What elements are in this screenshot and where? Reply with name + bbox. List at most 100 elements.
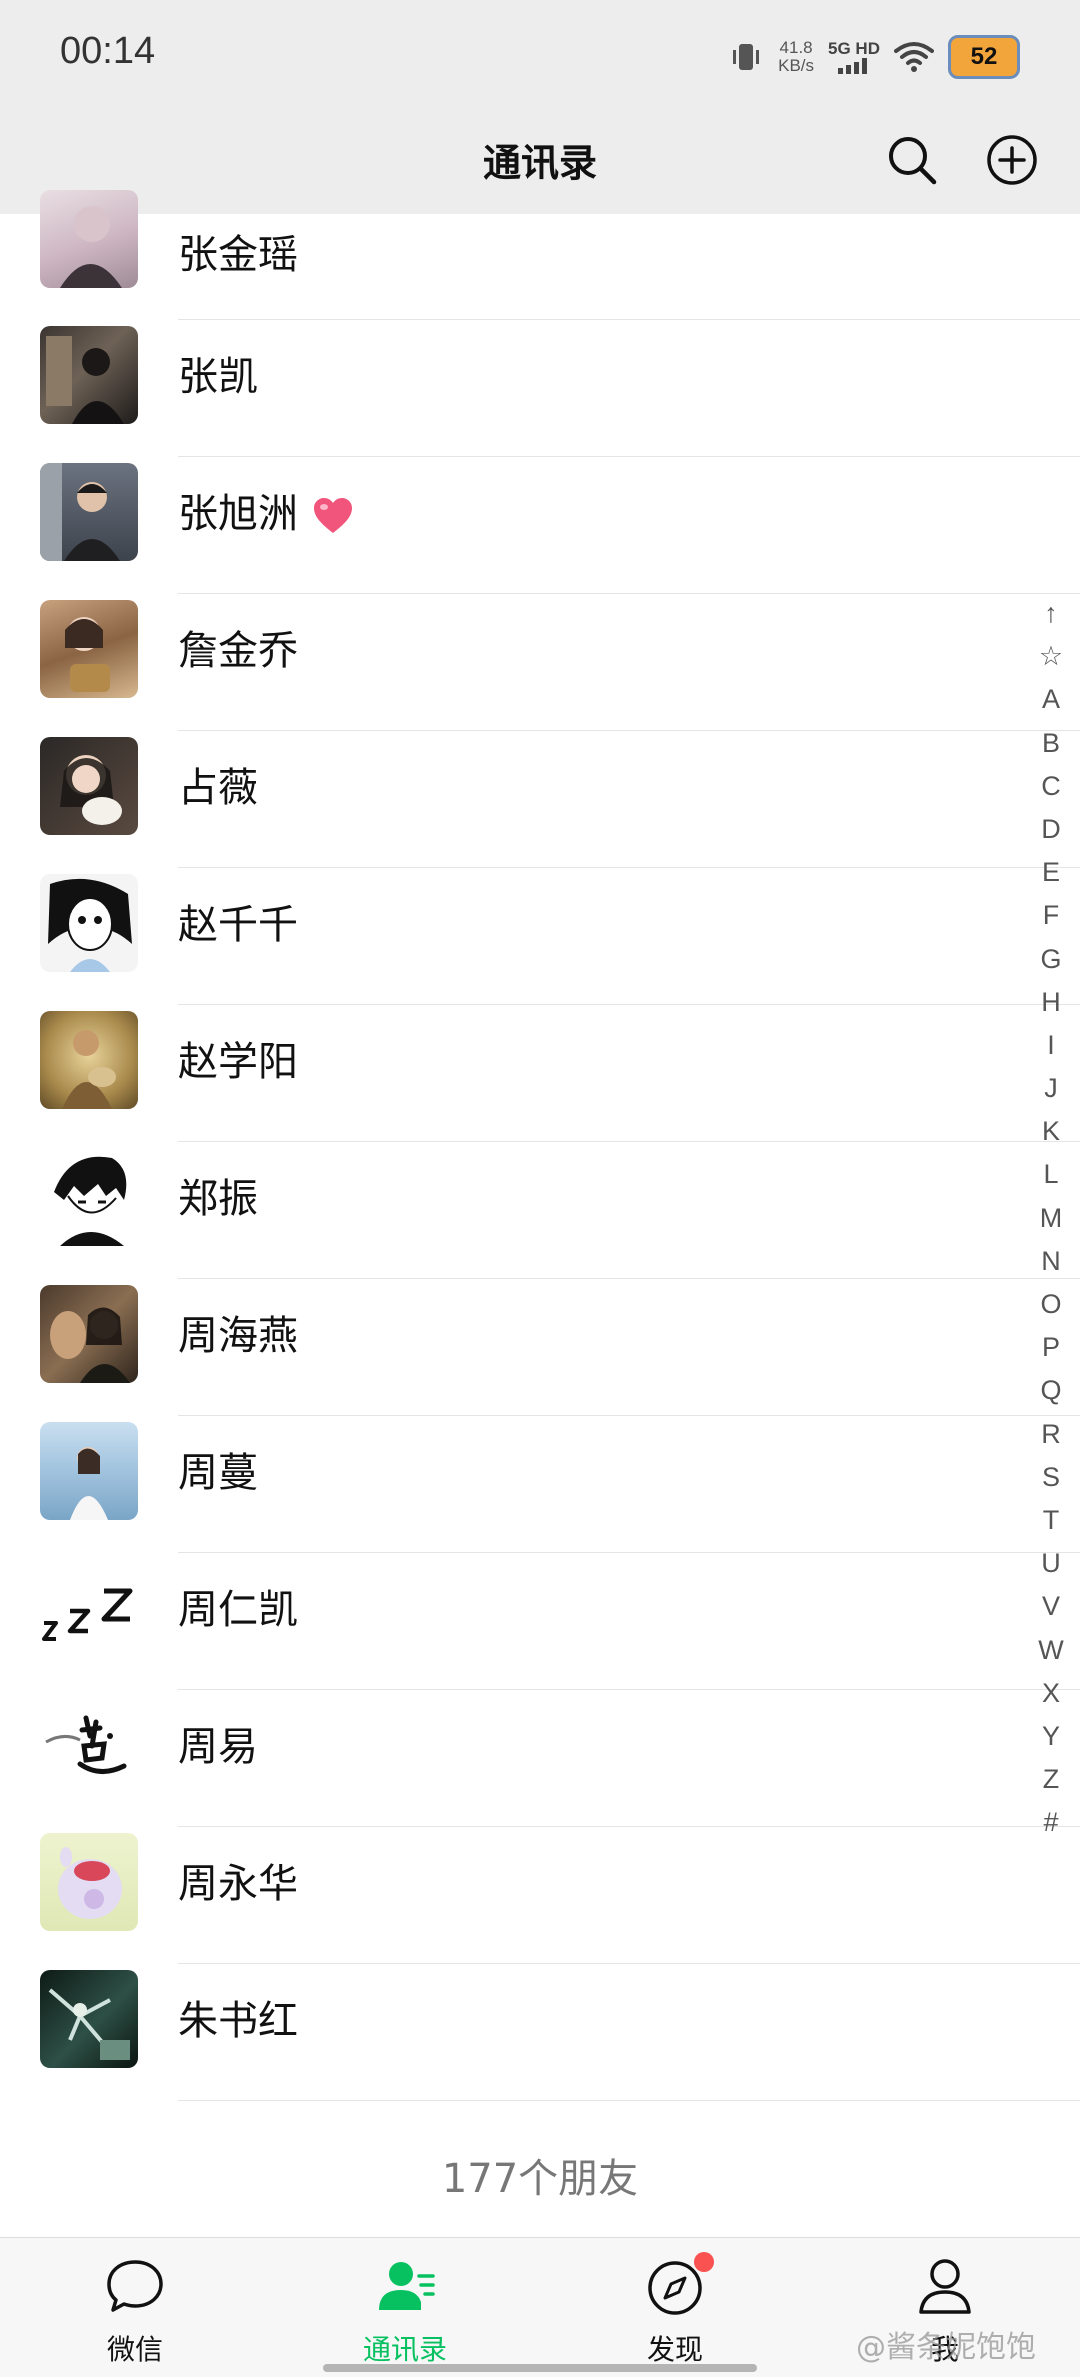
index-letter[interactable]: P [1018, 1326, 1080, 1369]
header: 通讯录 [0, 110, 1080, 214]
contact-name: 周仁凯 [178, 1587, 298, 1633]
tab-discover[interactable]: 发现 [540, 2238, 810, 2377]
plus-circle-icon[interactable] [982, 130, 1042, 190]
avatar [40, 1285, 138, 1383]
contact-name: 赵千千 [178, 902, 298, 948]
avatar [40, 874, 138, 972]
tab-contacts[interactable]: 通讯录 [270, 2238, 540, 2377]
signal-group: 5G HD [828, 40, 880, 74]
heart-icon [314, 498, 352, 533]
avatar [40, 1696, 138, 1794]
index-letter[interactable]: R [1018, 1413, 1080, 1456]
contact-row[interactable]: 周易 [0, 1690, 1080, 1827]
tab-chats[interactable]: 微信 [0, 2238, 270, 2377]
contact-list: 张金瑶 张凯 张旭洲 詹金乔 占薇 赵千千 赵学阳 郑振 周海燕 周蔓 周仁凯 … [0, 190, 1080, 2101]
avatar [40, 1970, 138, 2068]
chat-bubble-icon [107, 2260, 163, 2312]
status-bar: 00:14 41.8 KB/s 5G HD 52 [0, 0, 1080, 110]
index-letter[interactable]: D [1018, 808, 1080, 851]
contact-name: 周易 [178, 1724, 258, 1770]
index-letter[interactable]: K [1018, 1110, 1080, 1153]
index-letter[interactable]: I [1018, 1024, 1080, 1067]
index-letter[interactable]: N [1018, 1240, 1080, 1283]
contact-name: 朱书红 [178, 1998, 298, 2044]
tab-label: 微信 [106, 2333, 163, 2366]
avatar [40, 1559, 138, 1657]
contact-row[interactable]: 赵学阳 [0, 1005, 1080, 1142]
wifi-icon [894, 42, 934, 72]
divider [178, 2100, 1080, 2101]
home-indicator[interactable] [323, 2364, 757, 2372]
net-speed-value: 41.8 [779, 38, 813, 57]
contact-name: 詹金乔 [178, 628, 298, 674]
tab-label: 发现 [646, 2333, 703, 2366]
signal-icon [838, 58, 868, 74]
index-letter[interactable]: Z [1018, 1758, 1080, 1801]
avatar [40, 1833, 138, 1931]
index-letter[interactable]: Y [1018, 1715, 1080, 1758]
contact-row[interactable]: 周海燕 [0, 1279, 1080, 1416]
contact-row[interactable]: 朱书红 [0, 1964, 1080, 2101]
index-letter[interactable]: # [1018, 1801, 1080, 1844]
avatar [40, 737, 138, 835]
contact-name: 赵学阳 [178, 1039, 298, 1085]
search-icon[interactable] [882, 130, 942, 190]
index-letter[interactable]: O [1018, 1283, 1080, 1326]
contact-row[interactable]: 郑振 [0, 1142, 1080, 1279]
contact-name: 张金瑶 [178, 232, 298, 278]
avatar [40, 1011, 138, 1109]
battery-indicator: 52 [948, 35, 1020, 79]
contacts-icon [379, 2262, 435, 2310]
contact-row[interactable]: 张凯 [0, 320, 1080, 457]
contact-row[interactable]: 赵千千 [0, 868, 1080, 1005]
index-letter[interactable]: J [1018, 1067, 1080, 1110]
contact-name: 郑振 [178, 1176, 258, 1222]
index-letter[interactable]: C [1018, 765, 1080, 808]
index-letter[interactable]: G [1018, 938, 1080, 981]
contact-row[interactable]: 周永华 [0, 1827, 1080, 1964]
net-speed: 41.8 KB/s [778, 39, 814, 75]
friend-count: 177个朋友 [441, 2156, 639, 2202]
index-letter[interactable]: S [1018, 1456, 1080, 1499]
contact-name: 张凯 [178, 354, 258, 400]
index-letter[interactable]: H [1018, 981, 1080, 1024]
index-letter[interactable]: L [1018, 1153, 1080, 1196]
index-letter[interactable]: W [1018, 1629, 1080, 1672]
watermark: @酱条妮饱饱 [856, 2330, 1036, 2365]
contact-row[interactable]: 张金瑶 [0, 190, 1080, 320]
contact-row[interactable]: 周仁凯 [0, 1553, 1080, 1690]
avatar [40, 1148, 138, 1246]
index-letter[interactable]: Q [1018, 1369, 1080, 1412]
index-letter[interactable]: B [1018, 722, 1080, 765]
avatar [40, 463, 138, 561]
index-letter[interactable]: ☆ [1018, 635, 1080, 678]
index-letter[interactable]: E [1018, 851, 1080, 894]
avatar [40, 1422, 138, 1520]
contact-row[interactable]: 詹金乔 [0, 594, 1080, 731]
tab-label: 通讯录 [362, 2333, 447, 2366]
index-letter[interactable]: U [1018, 1542, 1080, 1585]
contact-name-text: 张旭洲 [178, 491, 298, 537]
index-letter[interactable]: V [1018, 1585, 1080, 1628]
person-icon [919, 2259, 971, 2314]
contact-row[interactable]: 占薇 [0, 731, 1080, 868]
network-type: 5G HD [828, 39, 880, 58]
net-speed-unit: KB/s [778, 56, 815, 75]
index-letter[interactable]: M [1018, 1197, 1080, 1240]
index-letter[interactable]: A [1018, 678, 1080, 721]
notification-dot [694, 2252, 714, 2272]
avatar [40, 600, 138, 698]
contact-name: 占薇 [178, 765, 258, 811]
status-time: 00:14 [60, 30, 156, 72]
contact-row[interactable]: 张旭洲 [0, 457, 1080, 594]
contact-row[interactable]: 周蔓 [0, 1416, 1080, 1553]
contact-name: 周蔓 [178, 1450, 258, 1496]
contact-name: 周永华 [178, 1861, 298, 1907]
contact-name: 张旭洲 [178, 481, 354, 539]
alphabet-index[interactable]: ↑ ☆ A B C D E F G H I J K L M N O P Q R S T U V W X Y Z # [1018, 592, 1080, 1844]
index-letter[interactable]: T [1018, 1499, 1080, 1542]
contact-name: 周海燕 [178, 1313, 298, 1359]
index-letter[interactable]: X [1018, 1672, 1080, 1715]
index-letter[interactable]: ↑ [1018, 592, 1080, 635]
index-letter[interactable]: F [1018, 894, 1080, 937]
